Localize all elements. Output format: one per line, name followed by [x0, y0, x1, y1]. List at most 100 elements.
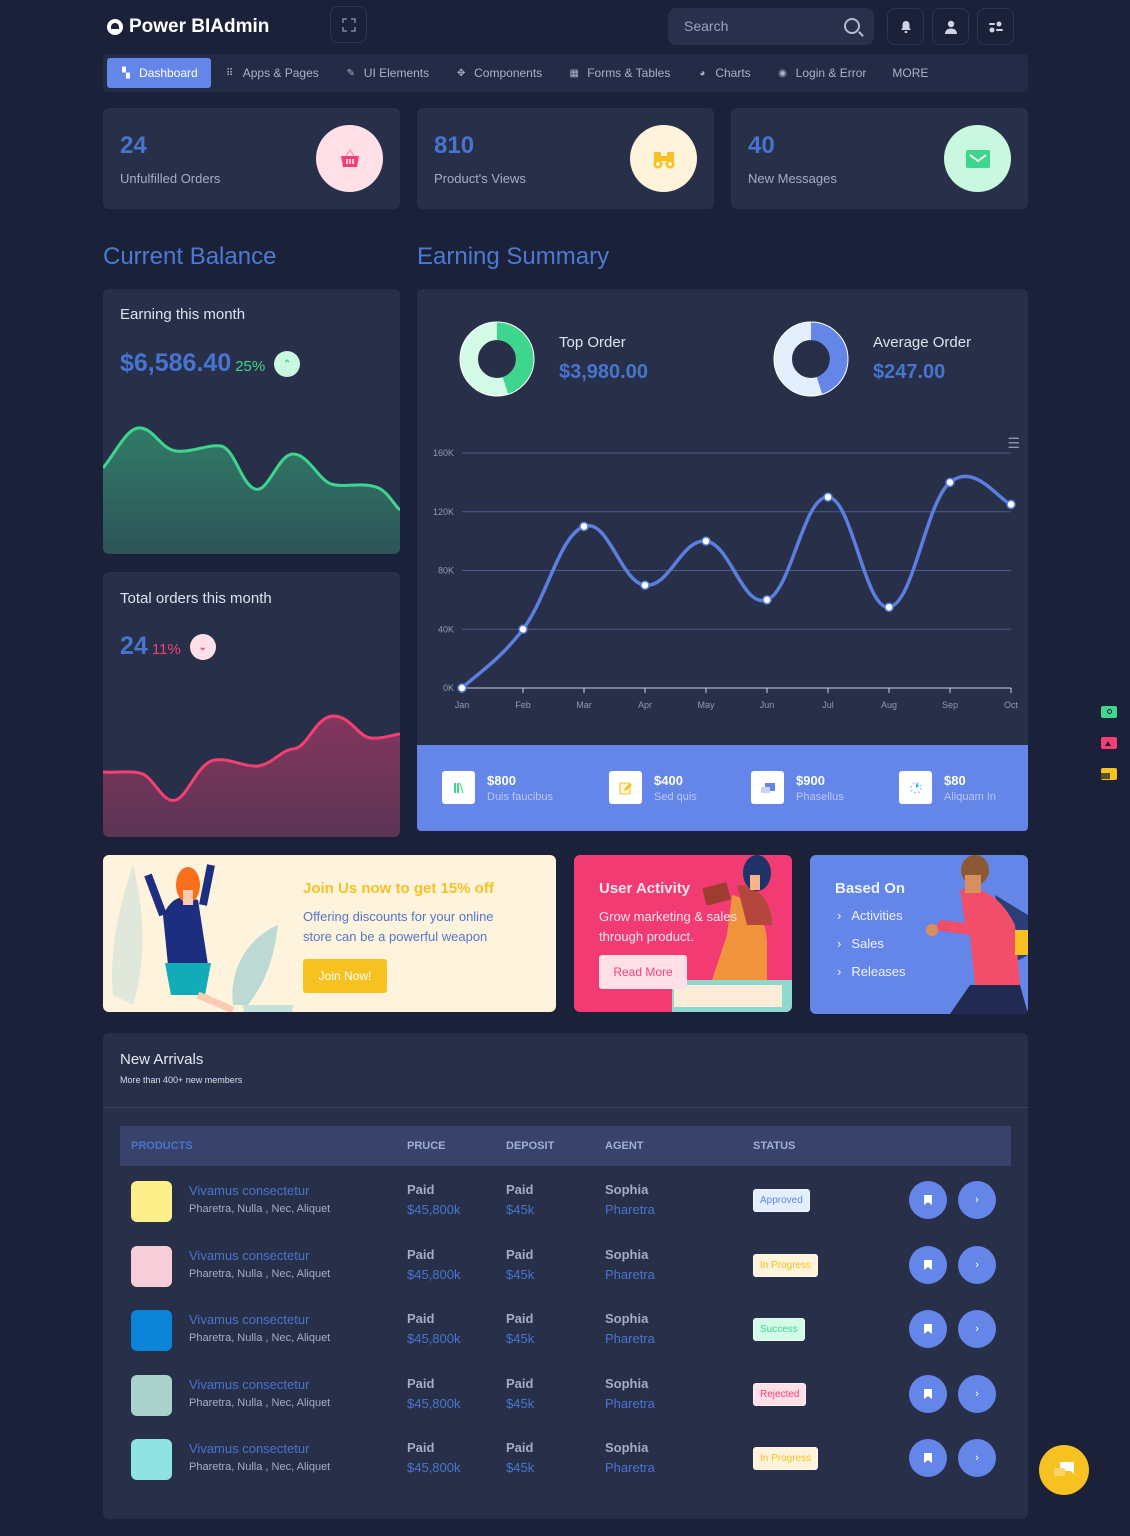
toggle-settings-icon [988, 21, 1003, 32]
product-name[interactable]: Vivamus consectetur [189, 1441, 309, 1456]
product-tags: Pharetra, Nulla , Nec, Aliquet [189, 1268, 331, 1280]
deposit-label: Paid [506, 1311, 534, 1326]
th-price: PRUCE [407, 1140, 446, 1152]
x-tick-label: Apr [638, 700, 652, 710]
nav-item-components[interactable]: ✥ Components [442, 58, 555, 88]
chat-button[interactable] [1039, 1445, 1089, 1495]
fullscreen-button[interactable] [330, 6, 367, 43]
product-name[interactable]: Vivamus consectetur [189, 1248, 309, 1263]
based-on-item-activities[interactable]: › Activities [837, 908, 906, 936]
product-tags: Pharetra, Nulla , Nec, Aliquet [189, 1461, 331, 1473]
based-on-item-releases[interactable]: › Releases [837, 964, 906, 992]
view-details-button[interactable]: › [958, 1181, 996, 1219]
view-details-button[interactable]: › [958, 1310, 996, 1348]
bookmark-button[interactable] [909, 1181, 947, 1219]
agent-sub[interactable]: Pharetra [605, 1267, 655, 1282]
price-value: $45,800k [407, 1202, 461, 1217]
nav-item-ui-elements[interactable]: ✎ UI Elements [332, 58, 442, 88]
profile-button[interactable] [932, 8, 969, 45]
read-more-button[interactable]: Read More [599, 955, 687, 989]
stat-label: New Messages [748, 171, 837, 186]
settings-button[interactable] [977, 8, 1014, 45]
earning-month-card: Earning this month $6,586.40 25% ⌃ [103, 289, 400, 554]
nav-item-forms-tables[interactable]: ▦ Forms & Tables [555, 58, 683, 88]
product-thumbnail [131, 1439, 172, 1480]
new-arrivals-card: New Arrivals More than 400+ new members … [103, 1033, 1028, 1519]
product-name[interactable]: Vivamus consectetur [189, 1312, 309, 1327]
nav-item-more[interactable]: MORE [879, 58, 941, 88]
data-point [457, 683, 467, 693]
loader-icon [899, 771, 932, 804]
bookmark-button[interactable] [909, 1375, 947, 1413]
app-logo[interactable]: Power BIAdmin [107, 16, 269, 38]
data-point [884, 602, 894, 612]
data-point [1006, 499, 1016, 510]
based-on-card: Based On › Activities › Sales › Releases [810, 855, 1028, 1014]
bookmark-button[interactable] [909, 1310, 947, 1348]
image-icon[interactable] [1101, 737, 1117, 749]
agent-name: Sophia [605, 1376, 649, 1391]
money-icon[interactable] [1101, 706, 1117, 718]
deposit-value: $45k [506, 1396, 535, 1411]
price-label: Paid [407, 1311, 435, 1326]
app-title: Power BIAdmin [129, 16, 270, 37]
bookmark-icon [924, 1389, 932, 1399]
deposit-label: Paid [506, 1376, 534, 1391]
library-icon [442, 771, 475, 804]
mini-stat: $400 Sed quis [609, 771, 697, 804]
bookmark-button[interactable] [909, 1439, 947, 1477]
earning-month-value: $6,586.40 25% ⌃ [120, 349, 301, 378]
user-activity-card: User Activity Grow marketing & sales thr… [574, 855, 792, 1012]
table-header: PRODUCTS PRUCE DEPOSIT AGENT STATUS [120, 1126, 1011, 1166]
product-tags: Pharetra, Nulla , Nec, Aliquet [189, 1332, 331, 1344]
search-box [668, 8, 874, 45]
product-thumbnail [131, 1375, 172, 1416]
nav-item-login-error[interactable]: ◉ Login & Error [764, 58, 880, 88]
nav-item-dashboard[interactable]: ▚ Dashboard [107, 58, 211, 88]
earning-summary-card: Top Order $3,980.00 Average Order $247.0… [417, 289, 1028, 745]
mini-stats-bar: $800 Duis faucibus $400 Sed quis $900 Phase… [417, 745, 1028, 831]
stat-card-new-messages: 40 New Messages [731, 108, 1028, 209]
table-row: Vivamus consectetur Pharetra, Nulla , Ne… [120, 1304, 1011, 1368]
agent-sub[interactable]: Pharetra [605, 1331, 655, 1346]
status-badge: In Progress [753, 1447, 819, 1470]
view-details-button[interactable]: › [958, 1246, 996, 1284]
y-tick-label: 80K [438, 566, 454, 576]
agent-name: Sophia [605, 1182, 649, 1197]
earning-sparkline [103, 426, 400, 554]
agent-sub[interactable]: Pharetra [605, 1460, 655, 1475]
price-value: $45,800k [407, 1396, 461, 1411]
notifications-button[interactable] [887, 8, 924, 45]
stat-card-unfulfilled-orders: 24 Unfulfilled Orders [103, 108, 400, 209]
orders-month-label: Total orders this month [120, 590, 272, 607]
search-icon[interactable] [844, 18, 860, 34]
agent-sub[interactable]: Pharetra [605, 1202, 655, 1217]
join-now-button[interactable]: Join Now! [303, 959, 387, 993]
join-promo-title: Join Us now to get 15% off [303, 880, 494, 897]
top-order-block: Top Order $3,980.00 [459, 321, 648, 397]
deposit-label: Paid [506, 1182, 534, 1197]
y-tick-label: 0K [443, 683, 454, 693]
data-point [945, 477, 955, 488]
layers-icon[interactable] [1101, 768, 1117, 780]
view-details-button[interactable]: › [958, 1375, 996, 1413]
product-name[interactable]: Vivamus consectetur [189, 1377, 309, 1392]
view-details-button[interactable]: › [958, 1439, 996, 1477]
bookmark-button[interactable] [909, 1246, 947, 1284]
based-on-item-sales[interactable]: › Sales [837, 936, 906, 964]
product-name[interactable]: Vivamus consectetur [189, 1183, 309, 1198]
data-point [640, 580, 650, 590]
th-status: STATUS [753, 1140, 796, 1152]
price-value: $45,800k [407, 1267, 461, 1282]
chevron-right-icon: › [975, 1259, 979, 1271]
nav-item-apps-pages[interactable]: ⠿ Apps & Pages [211, 58, 332, 88]
apps-icon: ⠿ [226, 67, 234, 79]
product-thumbnail [131, 1246, 172, 1287]
average-order-block: Average Order $247.00 [773, 321, 971, 397]
search-input[interactable] [684, 18, 834, 34]
nav-item-charts[interactable]: ◕ Charts [683, 58, 763, 88]
x-tick-label: Sep [942, 700, 958, 710]
x-tick-label: Aug [881, 700, 897, 710]
agent-sub[interactable]: Pharetra [605, 1396, 655, 1411]
based-on-list: › Activities › Sales › Releases [837, 908, 906, 992]
